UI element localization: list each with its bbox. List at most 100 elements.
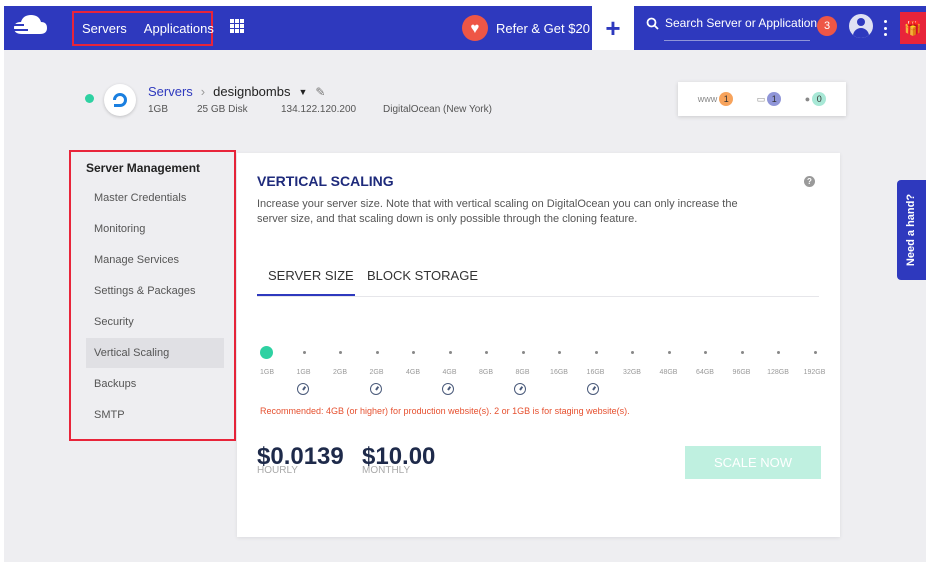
stat-users-count: 0 (812, 92, 827, 106)
sidebar-item-backups[interactable]: Backups (86, 369, 224, 399)
slider-tick[interactable] (521, 351, 525, 354)
server-disk: 25 GB Disk (197, 104, 248, 115)
sidebar-item-security[interactable]: Security (86, 307, 224, 337)
server-ram: 1GB (148, 104, 169, 115)
size-option-label: 4GB (405, 369, 420, 376)
slider-tick[interactable] (302, 351, 306, 354)
heart-icon: ♥ (462, 15, 488, 41)
search-input[interactable]: Search Server or Application (646, 16, 817, 30)
nav-applications-link[interactable]: Applications (144, 21, 214, 36)
user-avatar[interactable] (849, 14, 873, 38)
need-a-hand-label: Need a hand? (905, 193, 918, 267)
notification-badge[interactable]: 3 (817, 16, 837, 36)
database-icon: ▭ (756, 93, 766, 104)
slider-tick[interactable] (704, 351, 707, 354)
apps-grid-icon[interactable] (230, 19, 244, 33)
sidebar-title: Server Management (86, 161, 201, 175)
breadcrumb-servers-link[interactable]: Servers (148, 84, 193, 99)
slider-tick[interactable] (740, 351, 744, 354)
size-option-label: 64GB (696, 369, 714, 376)
digitalocean-icon (113, 93, 127, 107)
monthly-label: MONTHLY (362, 465, 411, 476)
sidebar-item-vertical-scaling[interactable]: Vertical Scaling (86, 338, 224, 368)
server-provider: DigitalOcean (New York) (383, 104, 492, 115)
server-name: designbombs (213, 84, 291, 99)
search-underline (664, 40, 810, 41)
slider-tick[interactable] (485, 351, 488, 354)
search-placeholder: Search Server or Application (665, 16, 818, 30)
server-status-dot (85, 94, 94, 103)
digitalocean-logo (104, 84, 136, 116)
sidebar-item-monitoring[interactable]: Monitoring (86, 214, 224, 244)
caret-down-icon[interactable]: ▼ (298, 87, 307, 97)
need-a-hand-tab[interactable]: Need a hand? (897, 180, 926, 280)
size-option-label: 8GB (515, 369, 530, 376)
size-option-label: 48GB (659, 369, 678, 376)
chevron-right-icon: › (200, 84, 206, 99)
refer-button[interactable]: ♥ Refer & Get $20 (462, 14, 590, 42)
add-button[interactable]: + (592, 6, 634, 50)
size-option-label: 192GB (803, 369, 826, 376)
slider-tick[interactable] (375, 351, 379, 354)
sidebar-item-settings-packages[interactable]: Settings & Packages (86, 276, 224, 306)
edit-pencil-icon[interactable]: ✎ (315, 85, 325, 99)
stat-www-count: 1 (719, 92, 734, 106)
sidebar-item-manage-services[interactable]: Manage Services (86, 245, 224, 275)
size-option-label: 16GB (586, 369, 605, 376)
size-option-label: 8GB (478, 369, 493, 376)
clock-icon (514, 383, 526, 395)
hourly-label: HOURLY (257, 465, 298, 476)
size-recommendation: Recommended: 4GB (or higher) for product… (260, 406, 630, 416)
size-option-label: 1GB (259, 369, 274, 376)
stat-www[interactable]: www 1 (698, 92, 734, 106)
stat-users[interactable]: ● 0 (804, 92, 827, 106)
slider-tick[interactable] (631, 351, 634, 354)
clock-icon (587, 383, 599, 395)
tab-divider (257, 296, 819, 297)
slider-tick[interactable] (667, 351, 671, 354)
panel-title: VERTICAL SCALING (257, 173, 394, 189)
gift-icon[interactable]: 🎁 (900, 12, 926, 44)
size-option-label: 128GB (767, 369, 789, 376)
sidebar-item-master-credentials[interactable]: Master Credentials (86, 183, 224, 213)
size-option-label: 96GB (732, 369, 751, 376)
sidebar-item-smtp[interactable]: SMTP (86, 400, 224, 430)
panel-description: Increase your server size. Note that wit… (257, 198, 738, 225)
clock-icon (442, 383, 454, 395)
app-frame: Servers Applications ♥ Refer & Get $20 +… (4, 6, 926, 562)
clock-icon (370, 383, 382, 395)
slider-tick[interactable] (412, 351, 415, 354)
size-option-label: 16GB (550, 369, 568, 376)
stat-db[interactable]: ▭ 1 (757, 92, 782, 106)
size-option-label: 2GB (332, 369, 347, 376)
breadcrumb: Servers › designbombs ▼ ✎ (148, 84, 325, 99)
stat-db-count: 1 (767, 92, 782, 106)
server-ip: 134.122.120.200 (281, 104, 357, 115)
slider-tick[interactable] (777, 351, 780, 354)
size-option-label: 1GB (296, 369, 311, 376)
tab-block-storage[interactable]: BLOCK STORAGE (367, 268, 478, 283)
size-option-label: 4GB (442, 369, 457, 376)
clock-icon (297, 383, 309, 395)
users-icon: ● (804, 94, 811, 104)
slider-handle[interactable] (260, 346, 273, 359)
slider-tick[interactable] (558, 351, 561, 354)
refer-label: Refer & Get $20 (496, 20, 590, 36)
nav-servers-link[interactable]: Servers (82, 21, 127, 36)
scale-now-button[interactable]: SCALE NOW (685, 446, 821, 479)
search-icon (646, 17, 659, 30)
tab-server-size[interactable]: SERVER SIZE (268, 268, 354, 283)
size-option-label: 2GB (369, 369, 384, 376)
help-icon[interactable]: ? (804, 176, 815, 187)
more-menu-icon[interactable] (884, 20, 887, 36)
main-nav-highlight: Servers Applications (72, 11, 214, 46)
top-navbar: Servers Applications ♥ Refer & Get $20 +… (4, 6, 926, 50)
slider-tick[interactable] (448, 351, 452, 354)
size-option-label: 32GB (623, 369, 641, 376)
slider-tick[interactable] (594, 351, 598, 354)
slider-tick[interactable] (339, 351, 342, 354)
slider-tick[interactable] (813, 351, 817, 354)
www-icon: www (697, 94, 718, 104)
server-stats-box: www 1 ▭ 1 ● 0 (678, 82, 846, 116)
cloudways-logo[interactable] (10, 12, 48, 42)
